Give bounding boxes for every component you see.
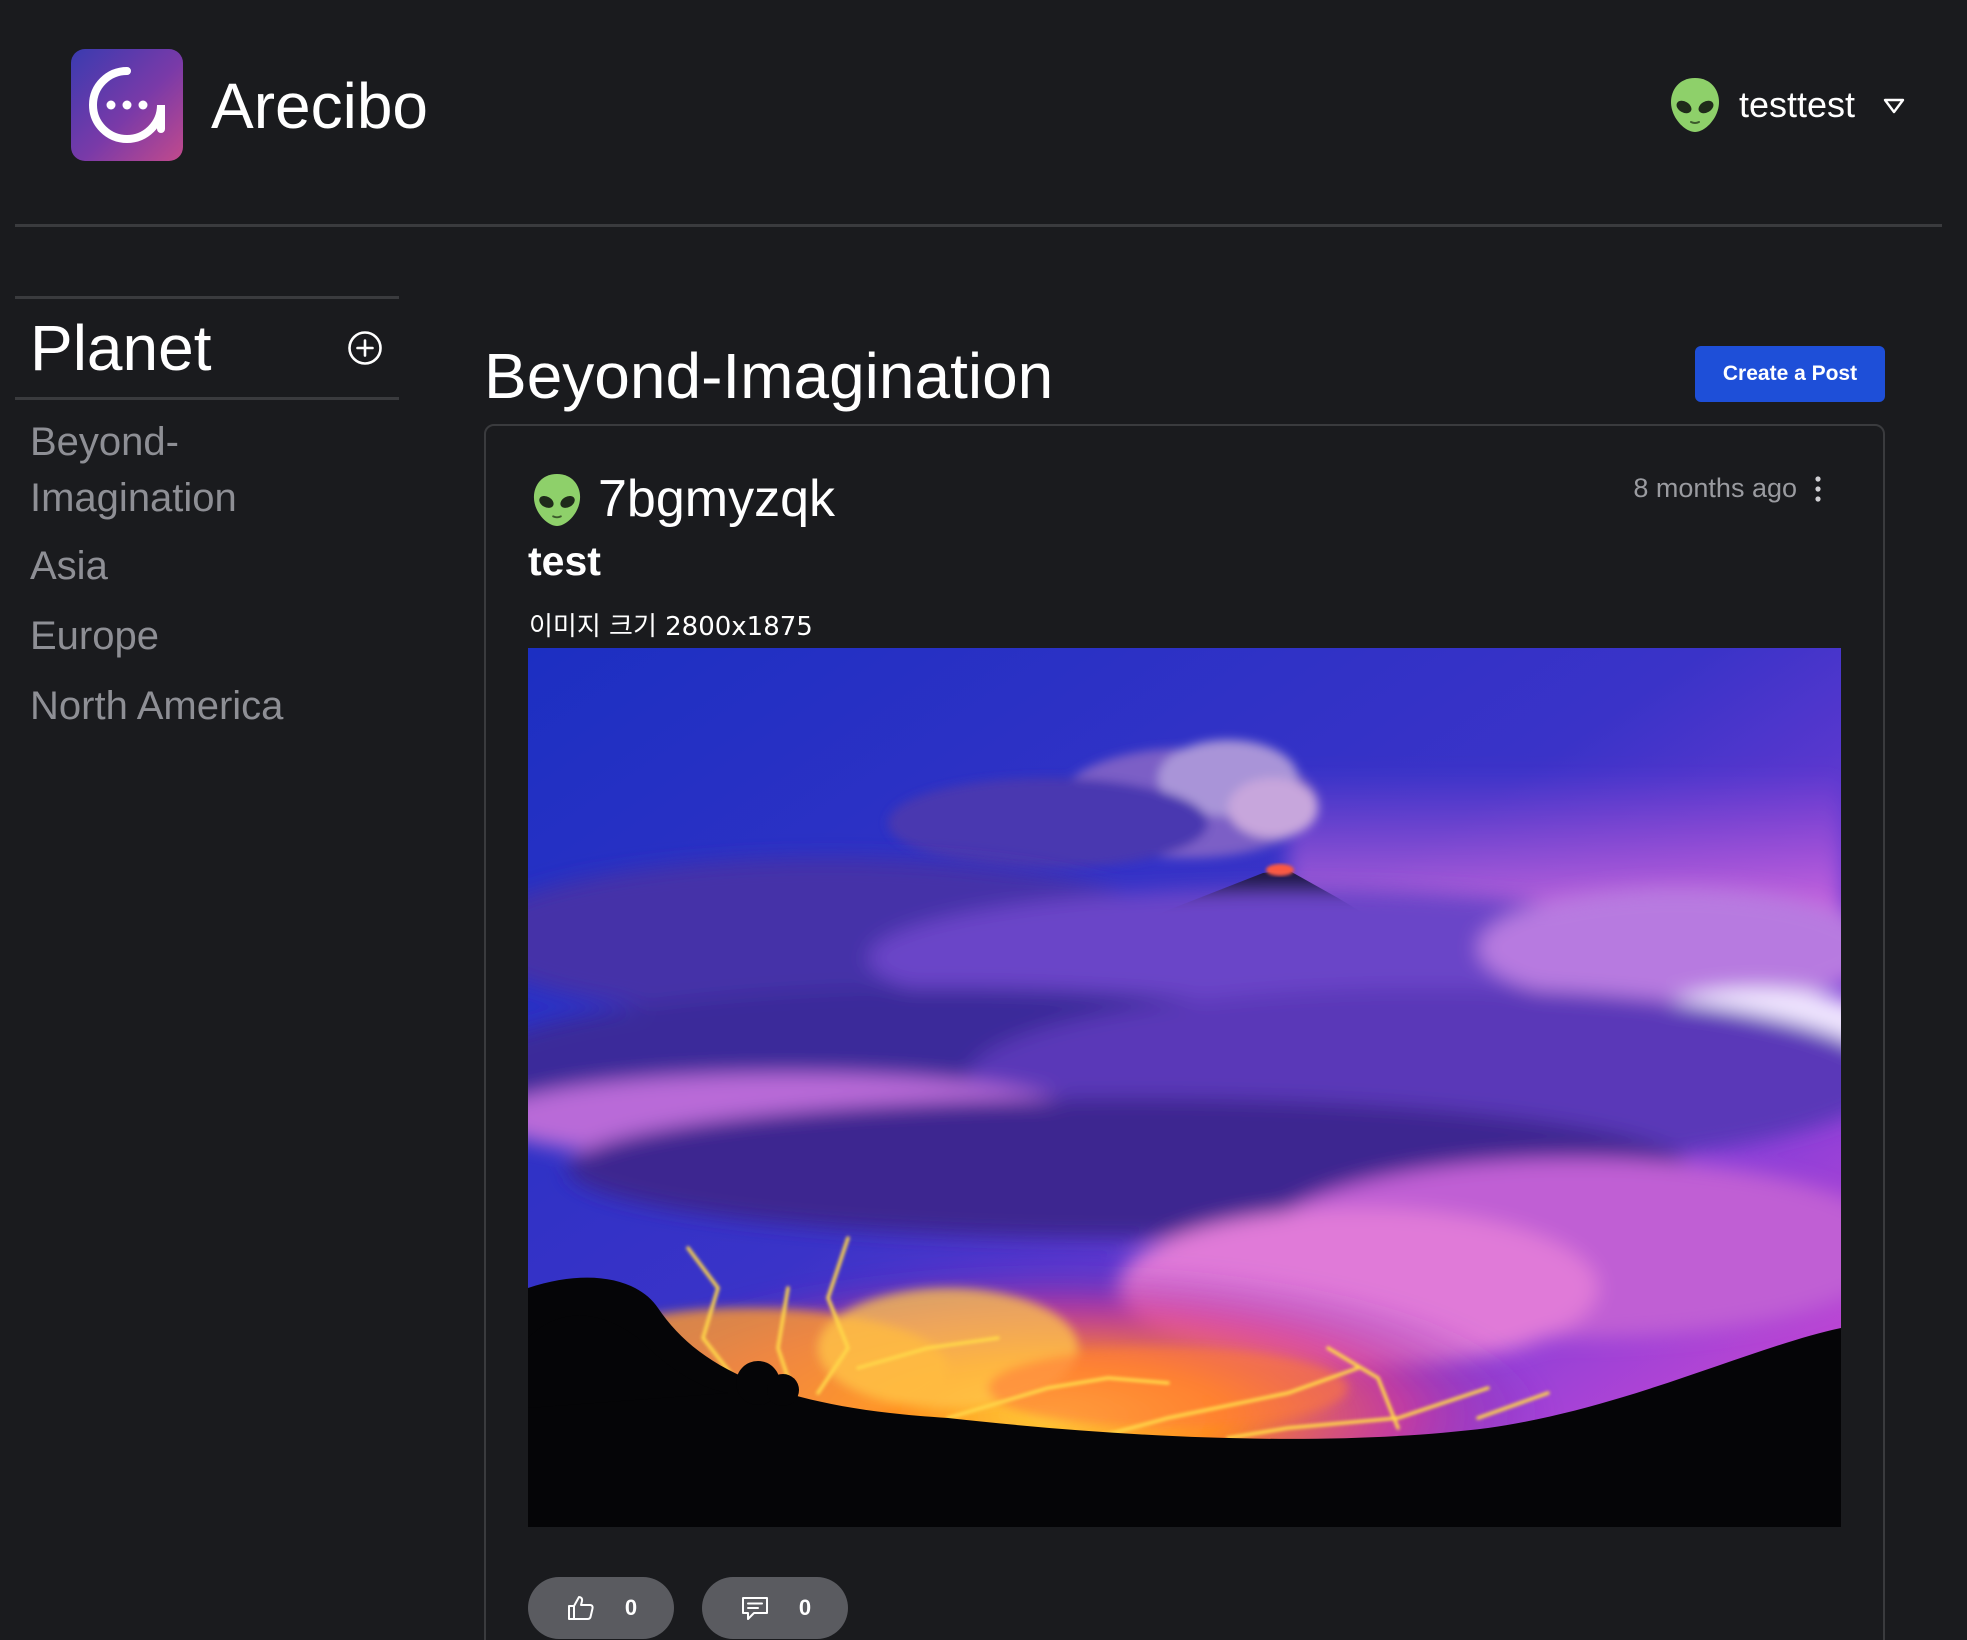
alien-face-icon [1670,78,1719,132]
post-timestamp: 8 months ago [1633,473,1797,503]
more-vertical-icon[interactable] [1813,474,1823,504]
post-image[interactable] [528,648,1841,1527]
planet-item-north-america[interactable]: North America [30,678,310,734]
thumbs-up-icon [567,1596,594,1620]
sidebar-header: Planet [15,299,399,397]
comment-bubble-icon [741,1597,768,1620]
chevron-down-icon[interactable] [1881,92,1907,118]
post-author[interactable]: 7bgmyzqk [598,468,835,530]
page: Arecibo testtest Planet Beyond- Imaginat… [0,0,1967,1640]
planet-item-europe[interactable]: Europe [30,608,310,664]
like-count: 0 [624,1595,638,1620]
planet-item-asia[interactable]: Asia [30,538,310,594]
username[interactable]: testtest [1739,83,1855,127]
post-body: 이미지 크기 2800x1875 [529,612,813,642]
plus-circle-icon[interactable] [347,330,383,366]
planet-sidebar: Planet Beyond- Imagination Asia Europe N… [15,296,399,748]
like-button[interactable]: 0 [528,1577,674,1639]
app-name[interactable]: Arecibo [211,68,428,144]
user-menu[interactable]: testtest [1669,76,1907,134]
alien-face-icon[interactable] [532,472,582,528]
chat-bubble-at-icon [89,67,165,143]
header-divider [15,224,1942,227]
top-header: Arecibo testtest [0,0,1967,227]
create-post-button[interactable]: Create a Post [1695,346,1885,402]
planet-item-beyond-imagination[interactable]: Beyond- Imagination [30,414,310,526]
app-logo[interactable] [71,49,183,161]
post-title[interactable]: test [528,536,601,586]
sidebar-title: Planet [30,312,212,384]
comment-count: 0 [798,1595,812,1620]
post-card: 7bgmyzqk 8 months ago test 이미지 크기 2800x1… [484,424,1885,1640]
planet-list: Beyond- Imagination Asia Europe North Am… [15,400,399,734]
comment-button[interactable]: 0 [702,1577,848,1639]
page-title: Beyond-Imagination [484,340,1054,412]
